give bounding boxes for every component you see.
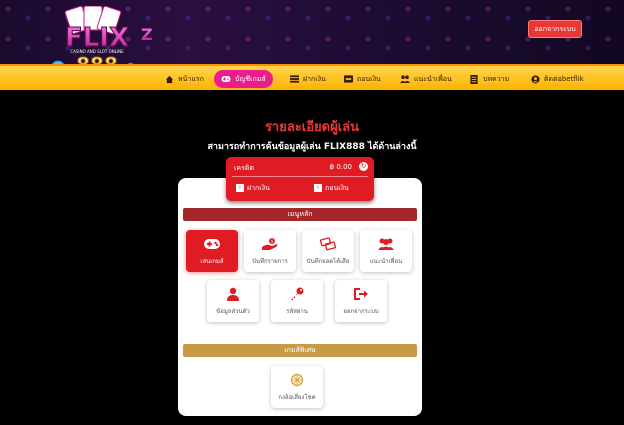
gamepad-icon [221,74,231,84]
menu-win-loss-log[interactable]: บันทึกยอดได้เสีย [302,230,354,272]
nav-item-invite-friends[interactable]: แนะนำเพื่อน [400,70,452,88]
users-icon [377,237,395,251]
nav-item-game-account[interactable]: บัญชีเกมส์ [214,70,273,88]
site-header: FLIX CASINO AND SLOT ONLINE 888 Z ออกจาก… [0,0,624,64]
user-icon [224,287,242,301]
wheel-icon [288,373,306,387]
deposit-icon [289,74,299,84]
page-subtitle: สามารถทำการค้นข้อมูลผู้เล่น FLIX888 ได้ด… [207,142,417,152]
home-icon [164,74,174,84]
credit-value: ฿ 0.00 [329,163,352,171]
menu-profile[interactable]: ข้อมูลส่วนตัว [207,280,259,322]
main-menu-header: เมนูหลัก [183,208,417,221]
key-icon [288,287,306,301]
nav-item-articles[interactable]: บทความ [469,70,509,88]
arrow-right-icon: › [236,184,244,192]
menu-play-games[interactable]: เล่นเกมส์ [186,230,238,272]
menu-invite-friends[interactable]: แนะนำเพื่อน [360,230,412,272]
withdraw-icon [343,74,353,84]
nav-item-contact[interactable]: ติดต่อbetflik [530,70,584,88]
hand-coin-icon: $ [261,237,279,251]
menu-lucky-wheel[interactable]: กงล้อเสี่ยงโชค [271,366,323,408]
exchange-icon [319,236,337,251]
menu-transaction-log[interactable]: $ บันทึกรายการ [244,230,296,272]
arrow-right-icon: › [314,184,322,192]
page-title: รายละเอียดผู้เล่น [264,120,360,135]
svg-text:Z: Z [141,25,152,44]
credit-label: เครดิต [234,164,254,172]
nav-item-withdraw[interactable]: ถอนเงิน [343,70,381,88]
menu-logout[interactable]: ออกจากระบบ [335,280,387,322]
friends-icon [400,74,410,84]
menu-password[interactable]: รหัสผ่าน [271,280,323,322]
svg-text:888: 888 [76,53,118,64]
contact-icon [530,74,540,84]
nav-item-deposit[interactable]: ฝากเงิน [289,70,326,88]
gamepad-icon [203,237,221,251]
credit-divider [232,176,368,177]
logout-top-button[interactable]: ออกจากระบบ [528,20,582,38]
special-games-header: เกมส์พิเศษ [183,344,417,357]
article-icon [469,74,479,84]
logout-icon [352,287,370,301]
main-nav: หน้าแรก บัญชีเกมส์ ฝากเงิน ถอนเงิน แนะนำ… [0,64,624,90]
flix888-logo[interactable]: FLIX CASINO AND SLOT ONLINE 888 Z [42,6,152,64]
credit-withdraw-button[interactable]: › ถอนเงิน [314,181,349,195]
refresh-icon[interactable]: ↻ [359,162,368,171]
credit-deposit-button[interactable]: › ฝากเงิน [236,181,270,195]
credit-box: เครดิต ฿ 0.00 ↻ › ฝากเงิน › ถอนเงิน [226,157,374,201]
nav-item-home[interactable]: หน้าแรก [164,70,204,88]
svg-text:$: $ [271,238,274,243]
